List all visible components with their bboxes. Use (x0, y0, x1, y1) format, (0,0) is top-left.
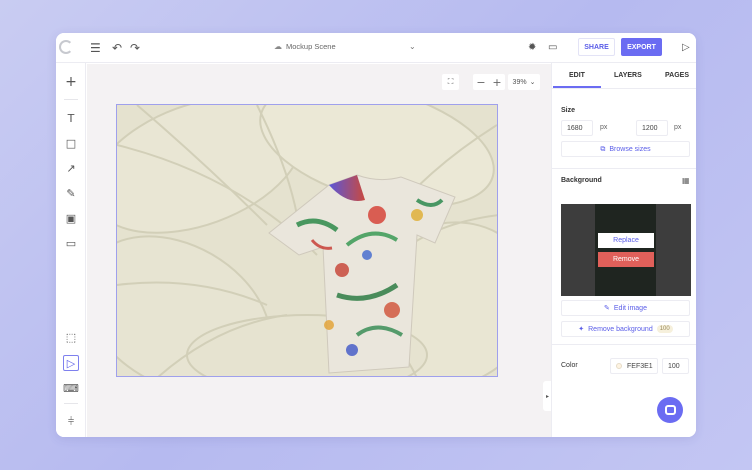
edit-image-button[interactable]: ✎ Edit image (561, 300, 690, 316)
menu-icon[interactable]: ☰ (90, 41, 101, 55)
panel-tabs: EDIT LAYERS PAGES (552, 63, 696, 89)
device-icon[interactable]: ▭ (63, 235, 79, 251)
zoom-level-select[interactable]: 39% ⌄ (508, 74, 540, 90)
chat-icon (664, 405, 676, 415)
magic-wand-icon: ✦ (578, 325, 585, 333)
plus-icon[interactable]: + (63, 74, 79, 90)
shape-icon[interactable]: □ (63, 135, 79, 151)
frame-icon[interactable]: ⬚ (63, 329, 79, 345)
document-title-label: Mockup Scene (286, 42, 336, 51)
text-icon[interactable]: T (63, 110, 79, 126)
redo-icon[interactable]: ↷ (130, 41, 140, 55)
edit-image-label: Edit image (613, 304, 647, 312)
chat-support-button[interactable] (657, 397, 683, 423)
remove-button[interactable]: Remove (598, 252, 654, 267)
resize-icon: ⧉ (600, 144, 606, 153)
app-logo[interactable] (59, 40, 73, 54)
chevron-down-icon[interactable]: ⌄ (409, 42, 416, 51)
tab-pages[interactable]: PAGES (665, 72, 689, 79)
remove-background-label: Remove background (588, 325, 653, 333)
size-section-title: Size (561, 107, 576, 114)
leaf-background-image (117, 105, 497, 376)
zoom-in-button[interactable]: + (492, 76, 501, 89)
arrow-icon[interactable]: ↗ (63, 160, 79, 176)
comment-icon[interactable]: ▭ (548, 41, 557, 55)
height-input[interactable]: 1200 (636, 120, 668, 136)
image-icon[interactable]: ▣ (63, 210, 79, 226)
select-icon[interactable]: ▷ (63, 355, 79, 371)
share-button[interactable]: SHARE (578, 38, 615, 56)
zoom-level-value: 39% (512, 78, 527, 86)
replace-button[interactable]: Replace (598, 233, 654, 248)
artboard[interactable] (116, 104, 498, 377)
top-bar: ☰ ↶ ↷ ☁ Mockup Scene ⌄ ✹ ▭ SHARE EXPORT … (56, 33, 696, 63)
sun-icon[interactable]: ✹ (528, 41, 536, 55)
document-title[interactable]: ☁ Mockup Scene (274, 42, 336, 51)
app-window: ☰ ↶ ↷ ☁ Mockup Scene ⌄ ✹ ▭ SHARE EXPORT … (56, 33, 696, 437)
color-label: Color (561, 362, 578, 369)
keyboard-icon[interactable]: ⌨ (63, 380, 79, 396)
background-thumbnail (595, 204, 656, 296)
zoom-out-button[interactable]: − (476, 76, 485, 89)
background-preview: Replace Remove (561, 204, 691, 296)
color-swatch[interactable] (616, 363, 622, 369)
height-unit: px (674, 124, 682, 131)
width-unit: px (600, 124, 608, 131)
browse-sizes-label: Browse sizes (609, 145, 651, 153)
color-hex-value: FEF3E1 (627, 362, 653, 370)
divider (64, 403, 78, 404)
divider (64, 99, 78, 100)
credits-badge: 100 (656, 325, 673, 333)
divider (552, 168, 696, 169)
cloud-icon: ☁ (274, 42, 282, 51)
transparency-grid-icon[interactable]: ▦ (682, 176, 690, 185)
undo-icon[interactable]: ↶ (112, 41, 122, 55)
fit-screen-icon[interactable]: ⛶ (442, 74, 459, 90)
play-icon[interactable]: ▷ (682, 41, 690, 55)
pen-icon[interactable]: ✎ (63, 185, 79, 201)
zoom-controls: − + (473, 74, 505, 90)
tab-layers[interactable]: LAYERS (614, 72, 642, 79)
properties-panel: EDIT LAYERS PAGES Size 1680 px 1200 px ⧉… (551, 63, 696, 437)
active-tab-indicator (553, 86, 601, 88)
tab-edit[interactable]: EDIT (569, 72, 585, 79)
canvas-area[interactable]: ⛶ − + 39% ⌄ (87, 64, 551, 437)
opacity-input[interactable]: 100 (662, 358, 689, 374)
remove-background-button[interactable]: ✦ Remove background 100 (561, 321, 690, 337)
adjust-icon[interactable]: ⫩ (63, 414, 79, 430)
background-section-title: Background (561, 177, 602, 184)
chevron-down-icon: ⌄ (529, 78, 536, 86)
edit-image-icon: ✎ (604, 304, 610, 312)
browse-sizes-button[interactable]: ⧉ Browse sizes (561, 141, 690, 157)
left-toolbar: + T □ ↗ ✎ ▣ ▭ ⬚ ▷ ⌨ ⫩ (56, 63, 86, 437)
export-button[interactable]: EXPORT (621, 38, 662, 56)
divider (552, 344, 696, 345)
width-input[interactable]: 1680 (561, 120, 593, 136)
color-hex-input[interactable]: FEF3E1 (610, 358, 658, 374)
